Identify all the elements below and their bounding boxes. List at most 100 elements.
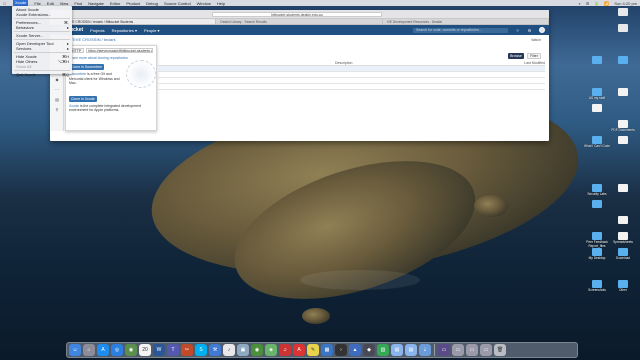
menu-source-control[interactable]: Source Control [164,1,191,6]
dock-teams-icon[interactable]: T [167,344,179,356]
desktop-icon[interactable] [610,184,636,193]
control-center-icon[interactable]: ☰ [586,1,590,6]
desktop-icon[interactable] [584,56,610,65]
menu-separator [14,70,70,71]
desktop-icon[interactable]: Other [610,280,636,293]
dock-folder-icon[interactable]: ▦ [321,344,333,356]
menu-view[interactable]: View [60,1,69,6]
dock-folder-icon[interactable]: ▤ [405,344,417,356]
sidebar-settings-icon[interactable]: ⚲ [50,105,64,115]
dock-skype-icon[interactable]: S [195,344,207,356]
desktop-icon[interactable] [610,56,636,65]
desktop-icon[interactable]: AS my stuff [584,88,610,101]
watch-button[interactable]: Watch [531,38,541,42]
sidebar-commits-icon[interactable]: ▤ [50,95,64,105]
dock-word-icon[interactable]: W [153,344,165,356]
dock-window-icon[interactable]: ▭ [466,344,478,356]
search-input[interactable]: Search for code, commits or repositories… [413,27,508,33]
desktop-icon[interactable] [610,24,636,33]
dock-calendar-icon[interactable]: 20 [139,344,151,356]
app-menu-item-quit-xcode[interactable]: Quit Xcode ⌘Q [12,72,72,77]
nav-people[interactable]: People ▾ [144,28,160,33]
tab-bitbucket[interactable]: Home STEVE CROSSIN / teclark / Bitbucket… [50,19,217,24]
menu-debug[interactable]: Debug [146,1,158,6]
desktop-icon[interactable] [610,8,636,17]
nav-projects[interactable]: Projects [90,28,104,33]
dock-launchpad-icon[interactable]: ⌂ [83,344,95,356]
desktop-icon[interactable]: What I Can't Code [584,136,610,149]
dock-folder-icon[interactable]: ▤ [391,344,403,356]
dock-acrobat-icon[interactable]: A [293,344,305,356]
dock-preview-icon[interactable]: ▣ [237,344,249,356]
battery-icon[interactable]: 🔋 [594,1,599,6]
dock-maps-icon[interactable]: ◈ [265,344,277,356]
desktop-icon[interactable]: Peer Feedback Report_files [584,232,610,248]
clone-url-field[interactable]: https://stevecrossin@bitbucket-students.… [86,48,153,53]
app-menu-item-xcode-server[interactable]: Xcode Server... [12,33,72,38]
tab-xie[interactable]: XIE Development Resources - Deakin [383,19,549,24]
clone-xcode-button[interactable]: Clone in Xcode [69,95,97,102]
tab-library[interactable]: Deakin Library - Search Results [216,19,383,24]
menubar-clock[interactable]: Sun 4:20 pm [614,1,637,6]
dock-chrome-icon[interactable]: ◉ [251,344,263,356]
dock-xcode-icon[interactable]: ⚒ [209,344,221,356]
table-row[interactable] [158,84,545,90]
desktop-icon[interactable]: Download [610,248,636,261]
dock-window-icon[interactable]: ▭ [480,344,492,356]
help-icon[interactable]: ? [515,28,520,33]
clone-panel: HTTP https://stevecrossin@bitbucket-stud… [65,45,157,131]
dock-keynote-icon[interactable]: ▲ [349,344,361,356]
filter-button[interactable]: Filter [527,53,541,59]
desktop-icon[interactable]: PDF Documents [610,120,636,133]
dock-trash-icon[interactable]: 🗑 [494,344,506,356]
dock-finder-icon[interactable]: ☺ [69,344,81,356]
desktop-icon[interactable] [610,88,636,97]
sidebar-more-icon[interactable]: ⋯ [50,85,64,95]
dock-app-store-icon[interactable]: A [97,344,109,356]
menu-product[interactable]: Product [126,1,140,6]
menu-file[interactable]: File [34,1,40,6]
dock-window-icon[interactable]: ▭ [452,344,464,356]
desktop-icon[interactable]: Security Labs [584,184,610,197]
menu-find[interactable]: Find [74,1,82,6]
dock-app-icon[interactable]: ◆ [363,344,375,356]
spotlight-icon[interactable]: ⌕ [579,1,581,6]
address-bar[interactable]: bitbucket-students.deakin.edu.au [212,11,382,17]
menu-window[interactable]: Window [197,1,211,6]
desktop-icon[interactable] [610,136,636,145]
avatar[interactable] [539,27,545,33]
desktop-icon[interactable]: Spreadsheets [610,232,636,245]
menu-editor[interactable]: Editor [110,1,120,6]
apple-icon[interactable]:  [2,1,7,6]
nav-repositories[interactable]: Repositories ▾ [112,28,137,33]
app-menu-item-behaviors[interactable]: Behaviors ▸ [12,25,72,30]
dock-music-icon[interactable]: ♫ [279,344,291,356]
browse-button[interactable]: Browse [508,53,524,59]
desktop-icon[interactable] [610,216,636,225]
app-menu-item-services[interactable]: Services ▸ [12,46,72,51]
dock-terminal-icon[interactable]: › [335,344,347,356]
app-menu-item-xcode-extensions[interactable]: Xcode Extensions... [12,12,72,17]
dock-numbers-icon[interactable]: ▥ [377,344,389,356]
desktop-icon[interactable] [584,104,610,113]
menu-help[interactable]: Help [217,1,225,6]
dock-screens-icon[interactable]: ▭ [438,344,450,356]
menu-navigate[interactable]: Navigate [88,1,104,6]
dock-tools-icon[interactable]: ✂ [181,344,193,356]
desktop-icon[interactable] [584,200,610,209]
clone-sourcetree-button[interactable]: Clone in Sourcetree [69,64,104,70]
xcode-link[interactable]: Xcode [69,104,79,108]
desktop-icon[interactable]: Screenshots [584,280,610,293]
settings-icon[interactable]: ⚙ [527,28,532,33]
menu-edit[interactable]: Edit [47,1,54,6]
wifi-icon[interactable]: 📶 [604,1,609,6]
dock-downloads-icon[interactable]: ⇣ [419,344,431,356]
menu-separator [14,39,70,40]
menu-item-shortcut: ⌘Q [61,72,69,77]
dock-itunes-icon[interactable]: ♪ [223,344,235,356]
dock-notes-icon[interactable]: ✎ [307,344,319,356]
breadcrumb[interactable]: STEVE CROSSIN / teclark [68,37,116,42]
dock-chrome-icon[interactable]: ◉ [125,344,137,356]
desktop-icon[interactable]: My Desktop [584,248,610,261]
dock-safari-icon[interactable]: ◎ [111,344,123,356]
